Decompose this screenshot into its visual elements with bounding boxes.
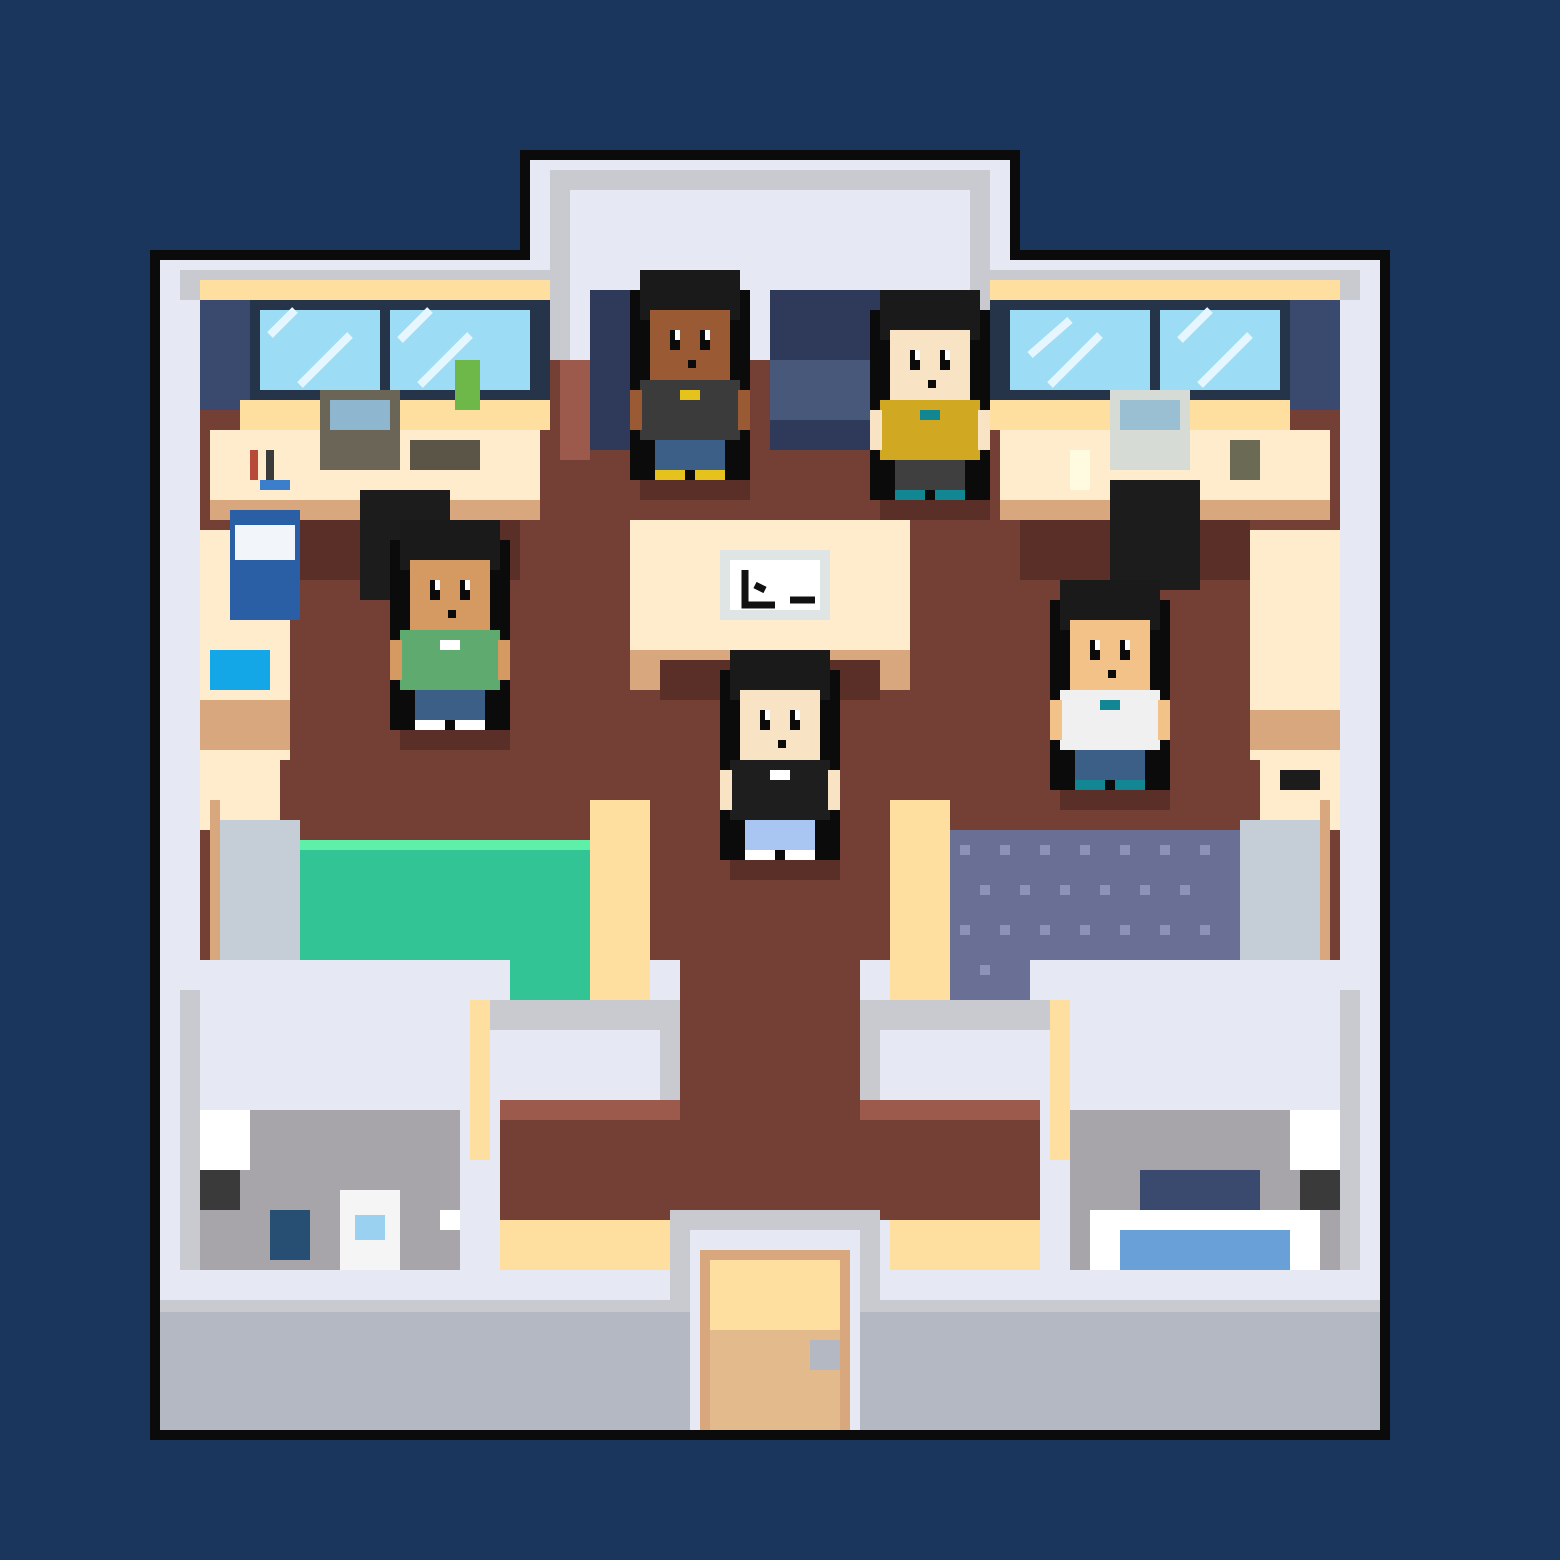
character-sprite[interactable] xyxy=(720,650,840,880)
character-sprite[interactable] xyxy=(630,270,750,500)
game-scene xyxy=(0,0,1560,1560)
character-sprite[interactable] xyxy=(870,290,990,520)
character-sprite[interactable] xyxy=(390,520,510,750)
character-sprite[interactable] xyxy=(1050,580,1170,810)
characters-layer xyxy=(390,270,1170,880)
